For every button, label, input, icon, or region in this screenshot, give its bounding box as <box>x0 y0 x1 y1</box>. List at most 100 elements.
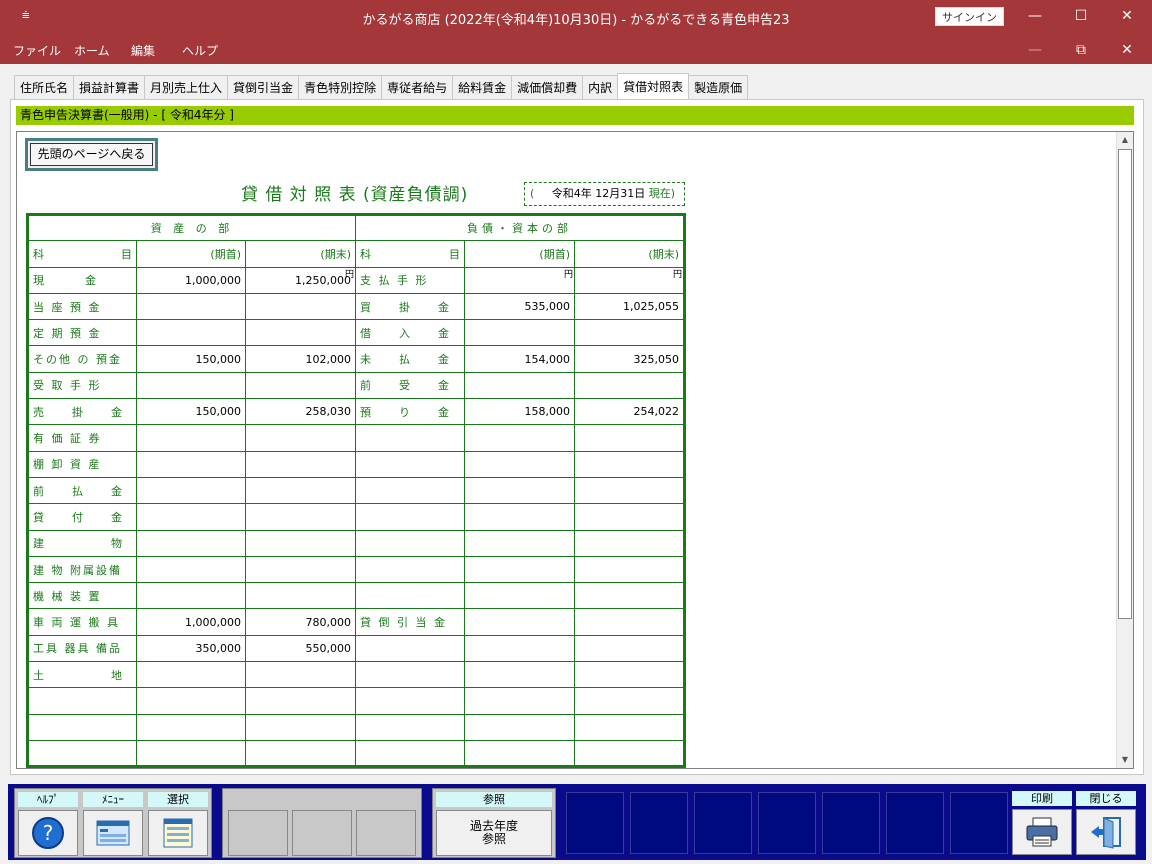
tab-address[interactable]: 住所氏名 <box>14 75 75 99</box>
asset-begin-value[interactable] <box>136 687 246 715</box>
close-button[interactable] <box>1076 809 1136 855</box>
asset-begin-value[interactable] <box>136 424 246 452</box>
help-button[interactable]: ? <box>18 810 78 856</box>
print-key[interactable]: 印刷 <box>1012 791 1072 855</box>
liability-end-value[interactable] <box>574 713 685 741</box>
liability-end-value[interactable] <box>574 687 685 715</box>
liability-begin-value[interactable] <box>464 371 575 400</box>
asset-begin-value[interactable]: 150,000 <box>136 345 246 373</box>
select-button[interactable] <box>148 810 208 856</box>
liability-begin-value[interactable] <box>464 634 575 663</box>
menu-edit[interactable]: 編集 <box>131 42 155 59</box>
menu-help[interactable]: ヘルプ <box>182 42 218 59</box>
asset-end-value[interactable] <box>245 503 356 531</box>
liability-end-value[interactable]: 254,022 <box>574 398 685 426</box>
asset-end-value[interactable] <box>245 687 356 715</box>
print-button[interactable] <box>1012 809 1072 855</box>
tab-family-salary[interactable]: 専従者給与 <box>381 75 454 99</box>
liability-end-value[interactable] <box>574 529 685 557</box>
liability-end-value[interactable] <box>574 450 685 478</box>
liability-begin-value[interactable] <box>464 476 575 505</box>
asset-end-value[interactable] <box>245 661 356 689</box>
liability-end-value[interactable] <box>574 555 685 584</box>
menu-file[interactable]: ファイル <box>13 42 61 59</box>
liability-end-value[interactable] <box>574 661 685 689</box>
asset-end-value[interactable] <box>245 476 356 505</box>
menu-button[interactable] <box>83 810 143 856</box>
doc-close-button[interactable]: ✕ <box>1104 38 1150 62</box>
liability-end-value[interactable]: 1,025,055 <box>574 292 685 321</box>
doc-restore-button[interactable]: ⧉ <box>1058 38 1104 62</box>
asset-begin-value[interactable]: 1,000,000 <box>136 608 246 636</box>
asset-begin-value[interactable] <box>136 292 246 321</box>
doc-minimize-button[interactable]: — <box>1012 38 1058 62</box>
liability-begin-value[interactable] <box>464 424 575 452</box>
tab-balance-sheet[interactable]: 貸借対照表 <box>617 73 690 99</box>
reference-key[interactable]: 参照 過去年度 参照 <box>436 792 552 856</box>
asset-end-value[interactable] <box>245 424 356 452</box>
liability-end-value[interactable] <box>574 319 685 347</box>
liability-end-value[interactable] <box>574 739 685 768</box>
asset-begin-value[interactable] <box>136 713 246 741</box>
asset-end-value[interactable] <box>245 555 356 584</box>
asset-begin-value[interactable] <box>136 319 246 347</box>
asset-end-value[interactable] <box>245 292 356 321</box>
asset-end-value[interactable] <box>245 371 356 400</box>
liability-end-value[interactable]: 325,050 <box>574 345 685 373</box>
tab-income-statement[interactable]: 損益計算書 <box>73 75 146 99</box>
tab-breakdown[interactable]: 内訳 <box>582 75 619 99</box>
asset-begin-value[interactable] <box>136 503 246 531</box>
liability-begin-value[interactable] <box>464 661 575 689</box>
asset-begin-value[interactable] <box>136 739 246 768</box>
liability-begin-value[interactable] <box>464 319 575 347</box>
liability-end-value[interactable] <box>574 371 685 400</box>
menu-key[interactable]: ﾒﾆｭｰ <box>83 792 143 856</box>
asset-end-value[interactable] <box>245 713 356 741</box>
asset-end-value[interactable] <box>245 582 356 610</box>
tab-bad-debt-allowance[interactable]: 貸倒引当金 <box>227 75 300 99</box>
liability-begin-value[interactable] <box>464 529 575 557</box>
minimize-button[interactable]: — <box>1012 0 1058 34</box>
liability-end-value[interactable] <box>574 424 685 452</box>
scroll-up-icon[interactable]: ▲ <box>1117 132 1133 148</box>
close-window-button[interactable]: ✕ <box>1104 0 1150 34</box>
asset-end-value[interactable] <box>245 450 356 478</box>
menu-home[interactable]: ホーム <box>74 42 110 59</box>
liability-begin-value[interactable]: 158,000 <box>464 398 575 426</box>
scroll-down-icon[interactable]: ▼ <box>1117 752 1133 768</box>
liability-end-value[interactable] <box>574 634 685 663</box>
liability-begin-value[interactable] <box>464 687 575 715</box>
close-key[interactable]: 閉じる <box>1076 791 1136 855</box>
liability-begin-value[interactable] <box>464 503 575 531</box>
asset-end-value[interactable]: 258,030 <box>245 398 356 426</box>
asset-begin-value[interactable] <box>136 529 246 557</box>
asset-end-value[interactable]: 550,000 <box>245 634 356 663</box>
liability-end-value[interactable] <box>574 476 685 505</box>
signin-button[interactable]: サインイン <box>935 7 1004 26</box>
maximize-button[interactable]: ☐ <box>1058 0 1104 34</box>
asset-begin-value[interactable] <box>136 450 246 478</box>
vertical-scrollbar[interactable]: ▲ ▼ <box>1116 132 1133 768</box>
as-of-date[interactable]: 令和4年 12月31日 <box>552 187 646 200</box>
asset-begin-value[interactable] <box>136 582 246 610</box>
asset-begin-value[interactable] <box>136 555 246 584</box>
asset-begin-value[interactable]: 350,000 <box>136 634 246 663</box>
liability-begin-value[interactable] <box>464 582 575 610</box>
liability-begin-value[interactable] <box>464 450 575 478</box>
asset-begin-value[interactable]: 150,000 <box>136 398 246 426</box>
asset-end-value[interactable]: 780,000 <box>245 608 356 636</box>
tab-depreciation[interactable]: 減価償却費 <box>511 75 584 99</box>
asset-begin-value[interactable] <box>136 371 246 400</box>
asset-end-value[interactable] <box>245 739 356 768</box>
tab-monthly-sales[interactable]: 月別売上仕入 <box>144 75 229 99</box>
liability-begin-value[interactable]: 535,000 <box>464 292 575 321</box>
liability-begin-value[interactable] <box>464 739 575 768</box>
help-key[interactable]: ﾍﾙﾌﾟ ? <box>18 792 78 856</box>
past-year-reference-button[interactable]: 過去年度 参照 <box>436 810 552 856</box>
asset-begin-value[interactable]: 1,000,000 <box>136 266 246 294</box>
liability-begin-value[interactable] <box>464 608 575 636</box>
back-to-first-page-button[interactable]: 先頭のページへ戻る <box>25 138 158 171</box>
select-key[interactable]: 選択 <box>148 792 208 856</box>
liability-end-value[interactable] <box>574 608 685 636</box>
asset-end-value[interactable]: 1,250,000 円 <box>245 266 356 294</box>
